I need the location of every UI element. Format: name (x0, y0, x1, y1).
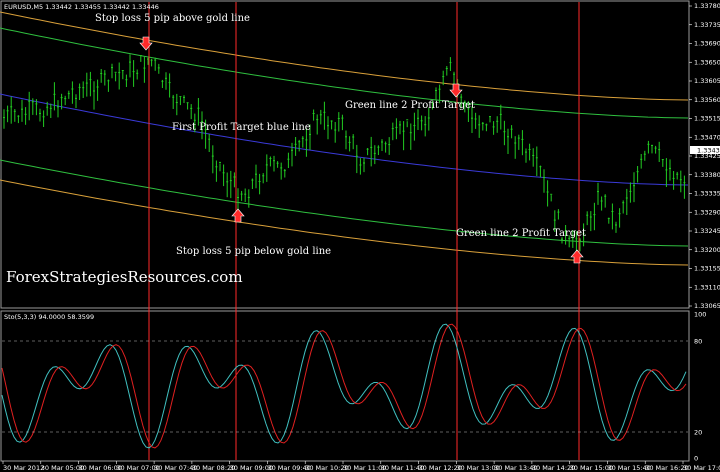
price-label: 1.33155 (694, 265, 720, 273)
upper-green-line (0, 27, 689, 119)
price-label: 1.33470 (694, 133, 720, 141)
stoch-level-label: 80 (694, 338, 702, 346)
price-label: 1.33110 (694, 283, 720, 291)
stochastic-header: Sto(5,3,3) 94.0000 58.3599 (4, 313, 94, 321)
stoch-level-label: 20 (694, 429, 702, 437)
price-label: 1.33290 (694, 208, 720, 216)
annotation-blue-target: First Profit Target blue line (172, 122, 311, 133)
time-label: 30 Mar 17:00 (683, 464, 720, 472)
price-label: 1.33780 (694, 2, 720, 10)
stoch-level-label: 0 (694, 455, 698, 463)
upper-gold-line (0, 11, 689, 101)
price-label: 1.33735 (694, 21, 720, 29)
stoch-level-label: 100 (694, 311, 706, 319)
price-label: 1.33605 (694, 77, 720, 85)
price-label: 1.33200 (694, 246, 720, 254)
price-label: 1.33245 (694, 227, 720, 235)
watermark: ForexStrategiesResources.com (6, 268, 243, 286)
time-label: 30 Mar 2012 (3, 464, 44, 472)
lower-gold-line (0, 179, 689, 266)
stochastic-levels (2, 340, 688, 433)
main-chart-pane[interactable] (0, 0, 690, 309)
price-label: 1.33650 (694, 58, 720, 66)
sell-arrow-icon (449, 83, 463, 98)
price-label: 1.33380 (694, 171, 720, 179)
annotation-green-target-1: Green line 2 Profit Target (345, 100, 475, 111)
mt4-chart-window[interactable]: EURUSD,M5 1.33442 1.33455 1.33442 1.3344… (0, 0, 720, 472)
price-label: 1.33560 (694, 96, 720, 104)
annotation-stop-loss-above: Stop loss 5 pip above gold line (95, 13, 250, 24)
price-label: 1.33690 (694, 40, 720, 48)
stoch-main-line (1, 323, 687, 449)
stochastic-lines (1, 323, 687, 449)
price-label: 1.33515 (694, 115, 720, 123)
price-candles (3, 54, 686, 255)
annotation-stop-loss-below: Stop loss 5 pip below gold line (176, 246, 331, 257)
price-label: 1.33335 (694, 190, 720, 198)
price-label: 1.33065 (694, 302, 720, 310)
symbol-header: EURUSD,M5 1.33442 1.33455 1.33442 1.3344… (4, 3, 159, 11)
buy-arrow-icon (231, 208, 245, 223)
stochastic-axis: 100 80 20 0 (694, 311, 706, 463)
price-axis: 1.33780 1.33735 1.33690 1.33650 1.33605 1.335… (689, 2, 720, 310)
current-price-label: 1.33436 (697, 147, 720, 155)
middle-blue-line (0, 93, 689, 186)
annotation-green-target-2: Green line 2 Profit Target (456, 228, 586, 239)
time-axis: 30 Mar 201230 Mar 05:0030 Mar 06:0030 Ma… (2, 461, 720, 472)
